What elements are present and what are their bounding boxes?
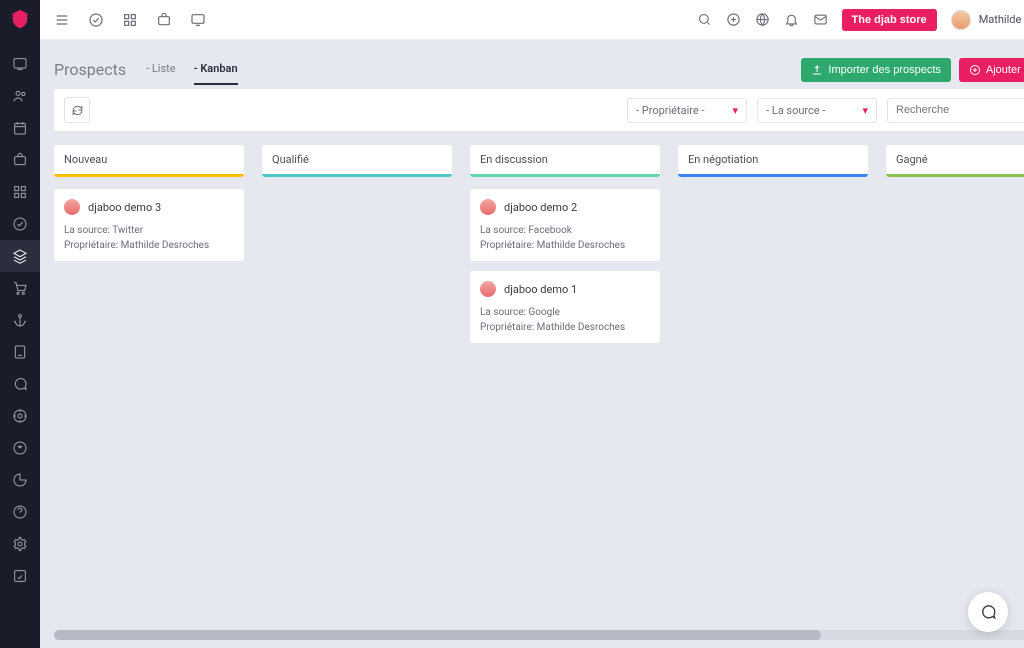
nav-commerce[interactable] (0, 272, 40, 304)
user-menu[interactable]: Mathilde Desroches (951, 10, 1024, 30)
column-header: En négotiation (678, 145, 868, 177)
topbar: The djab store Mathilde Desroches (40, 0, 1024, 40)
column-qualifie: Qualifié (262, 145, 452, 612)
card-avatar (480, 199, 496, 215)
page-title: Prospects (54, 60, 126, 79)
source-select[interactable]: - La source - ▾ (757, 98, 877, 123)
nav-docs[interactable] (0, 336, 40, 368)
nav-dashboard[interactable] (0, 48, 40, 80)
tab-list[interactable]: - Liste (146, 54, 175, 85)
nav-reports[interactable] (0, 464, 40, 496)
store-button[interactable]: The djab store (842, 9, 937, 31)
nav-edit[interactable] (0, 560, 40, 592)
column-header: Qualifié (262, 145, 452, 177)
column-header: Gagné (886, 145, 1024, 177)
display-icon[interactable] (190, 12, 206, 28)
check-icon[interactable] (88, 12, 104, 28)
column-header: Nouveau (54, 145, 244, 177)
nav-apps[interactable] (0, 176, 40, 208)
nav-settings[interactable] (0, 528, 40, 560)
add-button[interactable]: Ajouter prospect (959, 58, 1024, 82)
grid-icon[interactable] (122, 12, 138, 28)
prospect-card[interactable]: djaboo demo 1 La source: Google Propriét… (470, 271, 660, 343)
nav-prospects[interactable] (0, 240, 40, 272)
card-title: djaboo demo 2 (504, 201, 577, 214)
chat-fab[interactable] (968, 592, 1008, 632)
kanban-board: Nouveau djaboo demo 3 La source: Twitter… (54, 145, 1024, 622)
refresh-button[interactable] (64, 97, 90, 123)
search-input[interactable] (896, 104, 1024, 116)
card-source: La source: Twitter (64, 225, 234, 236)
card-source: La source: Google (480, 307, 650, 318)
card-source: La source: Facebook (480, 225, 650, 236)
add-button-label: Ajouter prospect (986, 64, 1024, 76)
sidebar (0, 0, 40, 648)
column-nouveau: Nouveau djaboo demo 3 La source: Twitter… (54, 145, 244, 612)
nav-add[interactable] (0, 432, 40, 464)
card-title: djaboo demo 3 (88, 201, 161, 214)
card-owner: Propriétaire: Mathilde Desroches (480, 322, 650, 333)
card-title: djaboo demo 1 (504, 283, 577, 296)
column-gagne: Gagné (886, 145, 1024, 612)
page-header: Prospects - Liste - Kanban Importer des … (54, 54, 1024, 85)
mail-icon[interactable] (813, 12, 828, 27)
card-avatar (64, 199, 80, 215)
briefcase-icon[interactable] (156, 12, 172, 28)
card-owner: Propriétaire: Mathilde Desroches (64, 240, 234, 251)
search-box[interactable] (887, 98, 1024, 123)
logo (9, 8, 31, 30)
horizontal-scrollbar[interactable] (54, 630, 1024, 640)
globe-icon[interactable] (755, 12, 770, 27)
nav-support[interactable] (0, 400, 40, 432)
tab-kanban[interactable]: - Kanban (194, 54, 238, 85)
column-discussion: En discussion djaboo demo 2 La source: F… (470, 145, 660, 612)
column-header: En discussion (470, 145, 660, 177)
column-negotiation: En négotiation (678, 145, 868, 612)
source-select-label: - La source - (766, 104, 825, 117)
card-owner: Propriétaire: Mathilde Desroches (480, 240, 650, 251)
chevron-down-icon: ▾ (862, 104, 868, 117)
card-avatar (480, 281, 496, 297)
menu-icon[interactable] (54, 12, 70, 28)
scrollbar-thumb[interactable] (54, 630, 821, 640)
import-button-label: Importer des prospects (828, 64, 941, 76)
prospect-card[interactable]: djaboo demo 3 La source: Twitter Proprié… (54, 189, 244, 261)
nav-help[interactable] (0, 496, 40, 528)
nav-chat[interactable] (0, 368, 40, 400)
owner-select-label: - Propriétaire - (636, 104, 705, 117)
avatar (951, 10, 971, 30)
owner-select[interactable]: - Propriétaire - ▾ (627, 98, 747, 123)
username: Mathilde Desroches (979, 13, 1024, 26)
nav-projects[interactable] (0, 144, 40, 176)
filter-bar: - Propriétaire - ▾ - La source - ▾ (54, 89, 1024, 131)
chevron-down-icon: ▾ (732, 104, 738, 117)
nav-anchor[interactable] (0, 304, 40, 336)
nav-tasks[interactable] (0, 208, 40, 240)
plus-icon[interactable] (726, 12, 741, 27)
import-button[interactable]: Importer des prospects (801, 58, 951, 82)
nav-contacts[interactable] (0, 80, 40, 112)
nav-calendar[interactable] (0, 112, 40, 144)
bell-icon[interactable] (784, 12, 799, 27)
search-icon[interactable] (697, 12, 712, 27)
prospect-card[interactable]: djaboo demo 2 La source: Facebook Propri… (470, 189, 660, 261)
